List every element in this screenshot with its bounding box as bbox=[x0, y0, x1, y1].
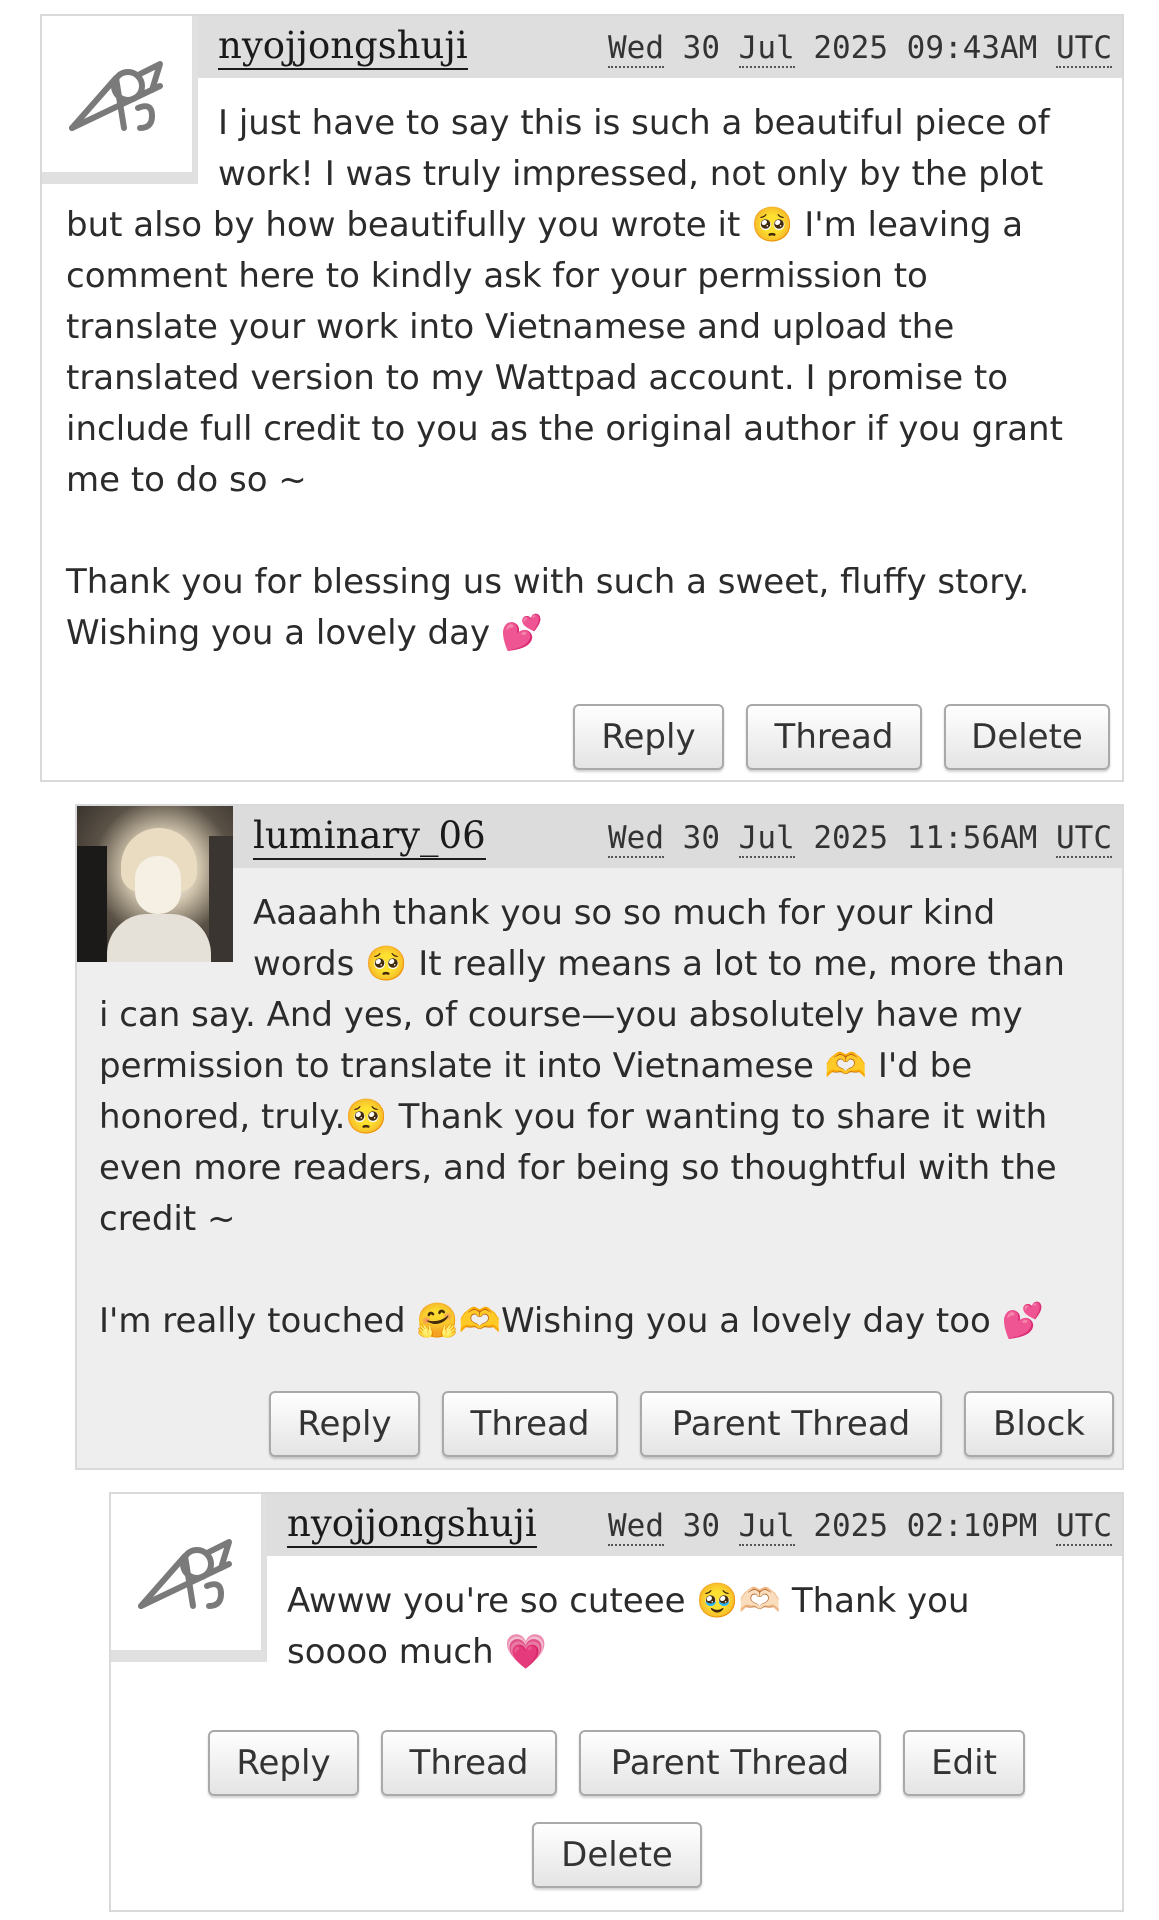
avatar[interactable] bbox=[111, 1494, 267, 1662]
reply-button[interactable]: Reply bbox=[269, 1391, 420, 1457]
comment-body: Awww you're so cuteee 🥹🫶🏻 Thank you sooo… bbox=[287, 1581, 970, 1672]
avatar[interactable] bbox=[42, 16, 198, 184]
parent-thread-button[interactable]: Parent Thread bbox=[640, 1391, 942, 1457]
comment-username[interactable]: nyojjongshuji bbox=[287, 1502, 537, 1548]
comment-1: nyojjongshuji Wed 30 Jul 2025 09:43AM UT… bbox=[40, 14, 1124, 782]
day-abbr: Wed bbox=[608, 30, 664, 68]
default-avatar-icon bbox=[138, 1539, 232, 1609]
date-day-number: 30 bbox=[682, 30, 720, 66]
date-time: 11:56AM bbox=[906, 820, 1038, 856]
month-abbr: Jul bbox=[738, 820, 795, 858]
comment-2: luminary_06 Wed 30 Jul 2025 11:56AM UTC … bbox=[75, 804, 1124, 1470]
timezone-abbr: UTC bbox=[1056, 30, 1112, 68]
date-time: 02:10PM bbox=[906, 1508, 1038, 1544]
thread-button[interactable]: Thread bbox=[442, 1391, 618, 1457]
comment-body: but also by how beautifully you wrote it… bbox=[66, 205, 1063, 653]
date-year: 2025 bbox=[813, 1508, 888, 1544]
month-abbr: Jul bbox=[738, 1508, 795, 1546]
parent-thread-button[interactable]: Parent Thread bbox=[579, 1730, 881, 1796]
date-day-number: 30 bbox=[682, 1508, 720, 1544]
comment-timestamp: Wed 30 Jul 2025 02:10PM UTC bbox=[608, 1506, 1112, 1546]
comment-body-intro: Aaaahh thank you so so much for your kin… bbox=[253, 893, 1065, 984]
day-abbr: Wed bbox=[608, 820, 664, 858]
comment-3: nyojjongshuji Wed 30 Jul 2025 02:10PM UT… bbox=[109, 1492, 1124, 1912]
reply-button[interactable]: Reply bbox=[573, 704, 724, 770]
thread-button[interactable]: Thread bbox=[746, 704, 922, 770]
date-time: 09:43AM bbox=[906, 30, 1038, 66]
date-year: 2025 bbox=[813, 820, 888, 856]
edit-button[interactable]: Edit bbox=[903, 1730, 1025, 1796]
day-abbr: Wed bbox=[608, 1508, 664, 1546]
timezone-abbr: UTC bbox=[1056, 820, 1112, 858]
month-abbr: Jul bbox=[738, 30, 795, 68]
default-avatar-icon bbox=[69, 61, 163, 131]
comment-body-intro: I just have to say this is such a beauti… bbox=[218, 103, 1050, 194]
comment-username[interactable]: luminary_06 bbox=[253, 814, 486, 860]
delete-button[interactable]: Delete bbox=[944, 704, 1110, 770]
timezone-abbr: UTC bbox=[1056, 1508, 1112, 1546]
date-year: 2025 bbox=[813, 30, 888, 66]
comment-timestamp: Wed 30 Jul 2025 09:43AM UTC bbox=[608, 28, 1112, 68]
date-day-number: 30 bbox=[682, 820, 720, 856]
thread-button[interactable]: Thread bbox=[381, 1730, 557, 1796]
comment-username[interactable]: nyojjongshuji bbox=[218, 24, 468, 70]
delete-button[interactable]: Delete bbox=[532, 1822, 702, 1888]
user-avatar-photo[interactable] bbox=[77, 806, 233, 962]
comment-body: i can say. And yes, of course—you absolu… bbox=[99, 995, 1057, 1341]
comment-timestamp: Wed 30 Jul 2025 11:56AM UTC bbox=[608, 818, 1112, 858]
reply-button[interactable]: Reply bbox=[208, 1730, 359, 1796]
block-button[interactable]: Block bbox=[964, 1391, 1114, 1457]
